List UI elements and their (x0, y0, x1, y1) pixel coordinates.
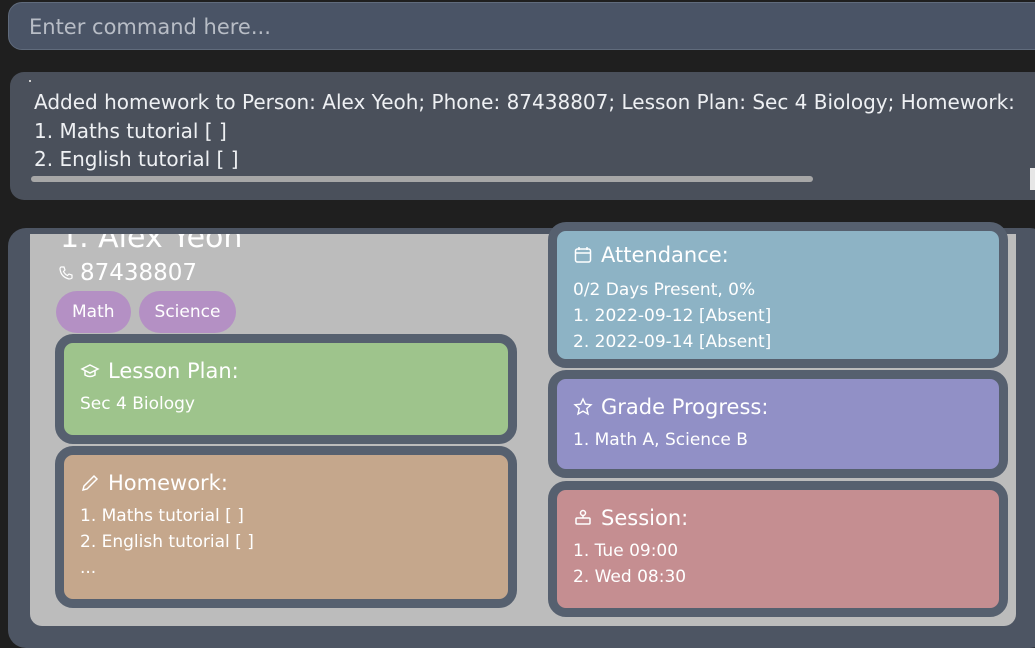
horizontal-scrollbar[interactable] (31, 176, 813, 182)
mortarboard-icon (80, 364, 100, 378)
person-desk-icon (575, 509, 591, 525)
command-box[interactable] (8, 2, 1035, 50)
session-line: 1. Tue 09:00 (573, 541, 679, 561)
result-line: Added homework to Person: Alex Yeoh; Pho… (34, 90, 1015, 114)
homework-line: 2. English tutorial [ ] (80, 532, 254, 552)
session-title: Session: (601, 506, 689, 530)
result-text: Added homework to Person: Alex Yeoh; Pho… (34, 88, 1035, 174)
homework-title: Homework: (108, 471, 228, 495)
result-display[interactable]: Added homework to Person: Alex Yeoh; Pho… (10, 72, 1035, 200)
result-line: 1. Maths tutorial [ ] (34, 118, 227, 143)
vertical-scrollbar[interactable] (1030, 168, 1035, 190)
grade-progress-title: Grade Progress: (601, 395, 769, 419)
pencil-icon (81, 474, 99, 492)
grade-progress-box: Grade Progress: 1. Math A, Science B (548, 370, 1008, 478)
calendar-icon (574, 247, 592, 263)
session-box: Session: 1. Tue 09:00 2. Wed 08:30 (548, 481, 1008, 617)
attendance-line: 0/2 Days Present, 0% (573, 280, 756, 300)
tag-list: Math Science (56, 291, 237, 333)
attendance-line: 2. 2022-09-14 [Absent] (573, 332, 772, 352)
phone-icon (59, 266, 73, 280)
tag: Math (56, 291, 131, 333)
command-input[interactable] (27, 12, 1011, 42)
result-line: 2. English tutorial [ ] (34, 147, 239, 171)
grade-progress-line: 1. Math A, Science B (573, 430, 748, 450)
lesson-plan-line: Sec 4 Biology (80, 394, 195, 414)
attendance-title: Attendance: (601, 243, 729, 267)
phone-number: 87438807 (80, 260, 198, 286)
star-icon (573, 397, 593, 416)
attendance-box: Attendance: 0/2 Days Present, 0% 1. 2022… (548, 222, 1008, 368)
homework-line: 1. Maths tutorial [ ] (80, 506, 244, 526)
person-name: 1. Alex Yeoh (60, 234, 243, 255)
attendance-line: 1. 2022-09-12 [Absent] (573, 306, 772, 326)
tag: Science (138, 291, 237, 333)
lesson-plan-box: Lesson Plan: Sec 4 Biology (55, 334, 517, 444)
homework-line: ... (80, 558, 97, 578)
result-marker (29, 80, 31, 82)
lesson-plan-title: Lesson Plan: (108, 359, 239, 383)
session-line: 2. Wed 08:30 (573, 567, 687, 587)
homework-box: Homework: 1. Maths tutorial [ ] 2. Engli… (55, 446, 517, 608)
person-phone: 87438807 (58, 260, 197, 286)
